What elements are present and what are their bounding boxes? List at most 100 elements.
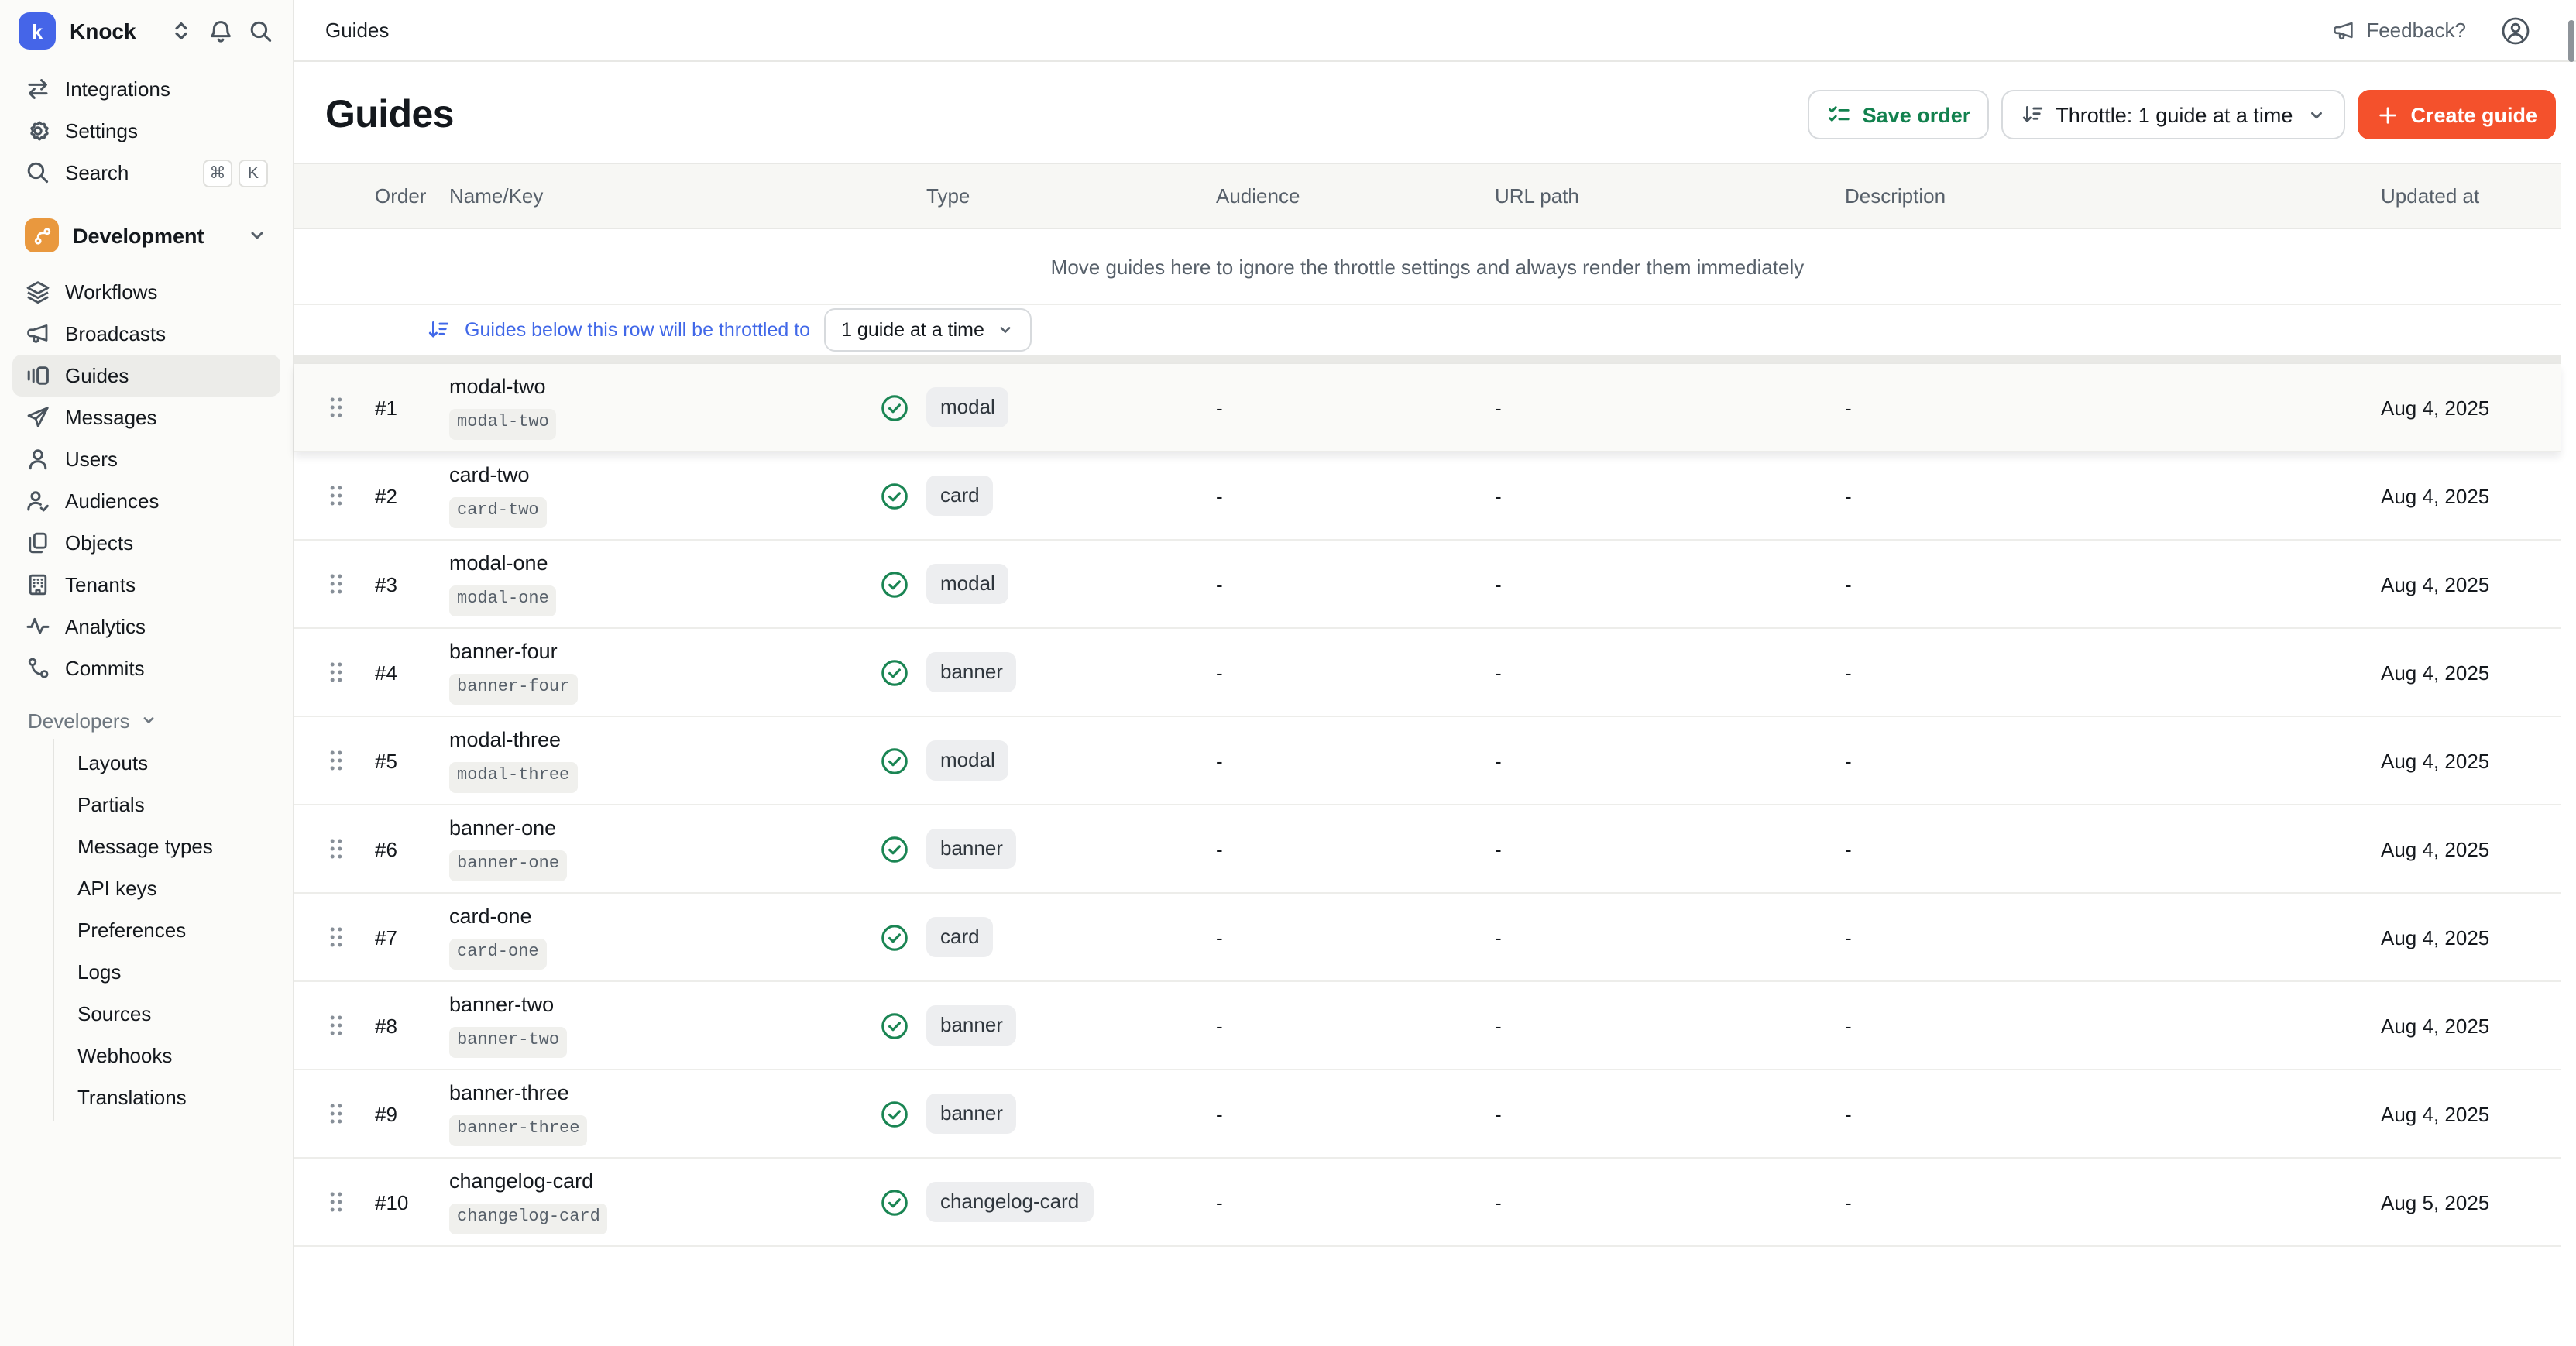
sidebar-item-logs[interactable]: Logs: [54, 951, 280, 993]
section-label: Developers: [28, 709, 130, 732]
guide-updated-at: Aug 4, 2025: [2381, 1102, 2561, 1125]
save-order-button[interactable]: Save order: [1808, 90, 1990, 139]
sidebar-section-developers[interactable]: Developers: [12, 702, 280, 739]
swap-arrows-icon: [25, 76, 51, 102]
chevron-down-icon: [246, 225, 268, 246]
guide-name[interactable]: banner-one: [449, 816, 880, 841]
app-window: k Knock Integrations Settin: [0, 0, 2576, 1346]
guide-type-badge: modal: [926, 387, 1009, 427]
drag-handle-icon[interactable]: [328, 748, 375, 773]
status-active-icon: [880, 569, 926, 599]
guide-description: -: [1845, 837, 2381, 860]
sidebar-item-partials[interactable]: Partials: [54, 784, 280, 826]
chevron-down-icon: [997, 321, 1015, 339]
guide-name[interactable]: modal-one: [449, 551, 880, 576]
developers-sub-list: Layouts Partials Message types API keys …: [53, 739, 280, 1121]
environment-icon: [25, 218, 59, 252]
guide-name[interactable]: changelog-card: [449, 1169, 880, 1194]
sidebar-item-label: Layouts: [77, 751, 148, 774]
sidebar-item-audiences[interactable]: Audiences: [12, 480, 280, 522]
sidebar-item-settings[interactable]: Settings: [12, 110, 280, 152]
drag-handle-icon[interactable]: [328, 1101, 375, 1126]
guide-name[interactable]: modal-two: [449, 375, 880, 400]
workspace-logo[interactable]: k: [19, 12, 56, 50]
sidebar-item-analytics[interactable]: Analytics: [12, 606, 280, 647]
breadcrumb: Guides: [325, 19, 389, 42]
create-guide-button[interactable]: Create guide: [2358, 90, 2556, 139]
sidebar-item-messages[interactable]: Messages: [12, 397, 280, 438]
guide-name[interactable]: banner-three: [449, 1081, 880, 1106]
building-icon: [25, 572, 51, 598]
sidebar-item-webhooks[interactable]: Webhooks: [54, 1035, 280, 1076]
guide-key-badge: card-one: [449, 939, 547, 970]
notifications-button[interactable]: [208, 18, 234, 44]
workspace-header: k Knock: [0, 0, 293, 62]
search-button[interactable]: [248, 18, 274, 44]
sidebar-item-integrations[interactable]: Integrations: [12, 68, 280, 110]
sidebar-item-translations[interactable]: Translations: [54, 1076, 280, 1118]
sidebar-item-api-keys[interactable]: API keys: [54, 867, 280, 909]
guide-name[interactable]: banner-four: [449, 640, 880, 664]
account-menu-button[interactable]: [2500, 15, 2531, 46]
guide-name[interactable]: modal-three: [449, 728, 880, 753]
guide-key-badge: banner-three: [449, 1116, 587, 1146]
guide-audience: -: [1216, 837, 1495, 860]
scrollbar-thumb[interactable]: [2568, 20, 2574, 62]
guide-name[interactable]: banner-two: [449, 993, 880, 1018]
guide-order: #1: [375, 396, 449, 419]
sidebar-item-label: Workflows: [65, 282, 157, 302]
guides-panels-icon: [25, 362, 51, 389]
pages-icon: [25, 530, 51, 556]
column-header-url-path: URL path: [1495, 184, 1845, 208]
drag-handle-icon[interactable]: [328, 660, 375, 685]
feedback-button[interactable]: Feedback?: [2321, 16, 2475, 44]
guide-updated-at: Aug 5, 2025: [2381, 1190, 2561, 1214]
person-icon: [25, 446, 51, 472]
column-header-name-key: Name/Key: [449, 184, 880, 208]
sidebar-item-objects[interactable]: Objects: [12, 522, 280, 564]
sidebar-item-layouts[interactable]: Layouts: [54, 742, 280, 784]
sidebar-item-label: Commits: [65, 658, 145, 678]
drag-handle-icon[interactable]: [328, 395, 375, 420]
sidebar-item-tenants[interactable]: Tenants: [12, 564, 280, 606]
guide-order: #6: [375, 837, 449, 860]
sidebar-item-commits[interactable]: Commits: [12, 647, 280, 689]
unthrottled-dropzone[interactable]: Move guides here to ignore the throttle …: [294, 229, 2561, 305]
guide-description: -: [1845, 661, 2381, 684]
throttle-amount-dropdown[interactable]: 1 guide at a time: [824, 308, 1032, 352]
guide-type-badge: changelog-card: [926, 1182, 1093, 1221]
workspace-switcher-button[interactable]: [169, 19, 194, 43]
table-row: #6 banner-one banner-one banner - - - Au…: [294, 805, 2561, 894]
sidebar-item-label: Preferences: [77, 919, 186, 942]
sidebar-item-users[interactable]: Users: [12, 438, 280, 480]
guide-order: #9: [375, 1102, 449, 1125]
guide-updated-at: Aug 4, 2025: [2381, 837, 2561, 860]
throttle-dropdown-button[interactable]: Throttle: 1 guide at a time: [2001, 90, 2345, 139]
sidebar-item-preferences[interactable]: Preferences: [54, 909, 280, 951]
sidebar-item-label: Logs: [77, 960, 121, 984]
guide-name[interactable]: card-two: [449, 463, 880, 488]
drag-handle-icon[interactable]: [328, 836, 375, 861]
status-active-icon: [880, 1011, 926, 1040]
guide-type-badge: banner: [926, 1005, 1017, 1045]
environment-switcher[interactable]: Development: [12, 212, 280, 259]
guide-type-badge: card: [926, 476, 994, 515]
guide-order: #2: [375, 484, 449, 507]
drag-handle-icon[interactable]: [328, 483, 375, 508]
guide-name[interactable]: card-one: [449, 905, 880, 929]
drag-handle-icon[interactable]: [328, 1013, 375, 1038]
drag-handle-icon[interactable]: [328, 925, 375, 949]
drag-handle-icon[interactable]: [328, 572, 375, 596]
sidebar-item-search[interactable]: Search ⌘ K: [12, 152, 280, 194]
sidebar-item-sources[interactable]: Sources: [54, 993, 280, 1035]
drag-handle-icon[interactable]: [328, 1190, 375, 1214]
sidebar-item-broadcasts[interactable]: Broadcasts: [12, 313, 280, 355]
workspace-name: Knock: [70, 19, 136, 43]
cmd-keycap: ⌘: [203, 159, 232, 187]
sidebar-item-guides[interactable]: Guides: [12, 355, 280, 397]
guide-url-path: -: [1495, 1190, 1845, 1214]
sidebar-item-label: Message types: [77, 835, 213, 858]
sidebar-item-workflows[interactable]: Workflows: [12, 271, 280, 313]
guide-updated-at: Aug 4, 2025: [2381, 1014, 2561, 1037]
sidebar-item-message-types[interactable]: Message types: [54, 826, 280, 867]
